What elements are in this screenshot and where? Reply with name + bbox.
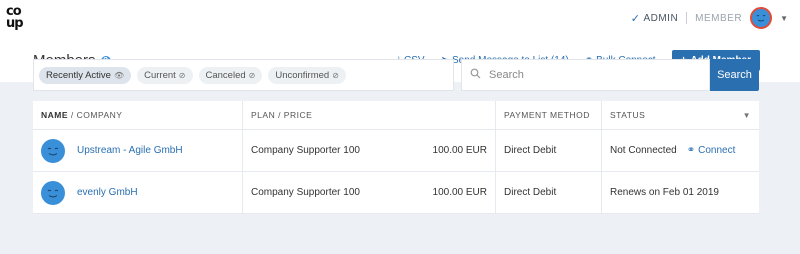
plan-name: Company Supporter 100	[251, 145, 360, 156]
plan-cell: Company Supporter 100 100.00 EUR	[243, 172, 496, 213]
filter-label: Recently Active	[46, 69, 111, 81]
eye-slash-icon: ⊘	[248, 70, 256, 80]
eye-slash-icon: ⊘	[332, 70, 339, 80]
column-header-plan[interactable]: PLAN / PRICE	[243, 101, 496, 129]
status-text: Renews on Feb 01 2019	[610, 187, 719, 198]
filter-bar: Recently Active 👁 Current ⊘ Canceled ⊘ U…	[33, 59, 454, 91]
member-name-link[interactable]: evenly GmbH	[77, 187, 138, 198]
member-link[interactable]: MEMBER	[695, 13, 742, 24]
search-input[interactable]	[489, 69, 689, 81]
search-field	[461, 59, 710, 91]
name-cell: evenly GmbH	[33, 172, 243, 213]
status-cell: Renews on Feb 01 2019	[602, 172, 759, 213]
filter-unconfirmed[interactable]: Unconfirmed ⊘	[268, 66, 346, 84]
table-header: NAME / COMPANY PLAN / PRICE PAYMENT METH…	[33, 101, 759, 130]
table-row: evenly GmbH Company Supporter 100 100.00…	[33, 172, 759, 214]
logo-line-2: up	[6, 16, 24, 31]
connect-link[interactable]: ⚭ Connect	[687, 145, 736, 156]
chevron-down-icon[interactable]: ▼	[780, 14, 788, 23]
member-name-link[interactable]: Upstream - Agile GmbH	[77, 145, 183, 156]
plan-price: 100.00 EUR	[432, 145, 487, 156]
link-icon: ⚭	[686, 145, 696, 156]
column-header-name[interactable]: NAME / COMPANY	[33, 101, 243, 129]
members-table: NAME / COMPANY PLAN / PRICE PAYMENT METH…	[33, 101, 759, 214]
smiley-face-icon	[47, 189, 59, 197]
eye-icon: 👁	[113, 70, 125, 80]
user-avatar[interactable]	[750, 7, 773, 29]
filter-current[interactable]: Current ⊘	[137, 66, 193, 84]
nav-divider	[686, 12, 688, 24]
admin-label: ADMIN	[643, 12, 679, 24]
member-avatar[interactable]	[41, 180, 65, 205]
smiley-face-icon	[756, 15, 766, 22]
filter-label: Unconfirmed	[275, 69, 330, 81]
top-nav: ✓ ADMIN MEMBER ▼	[631, 6, 788, 30]
member-avatar[interactable]	[41, 138, 65, 163]
column-status-label: STATUS	[610, 110, 646, 120]
filter-label: Current	[144, 69, 176, 81]
filter-canceled[interactable]: Canceled ⊘	[198, 66, 263, 84]
payment-cell: Direct Debit	[496, 172, 602, 213]
admin-link[interactable]: ✓ ADMIN	[631, 12, 678, 25]
checkmark-icon: ✓	[630, 12, 641, 25]
status-cell: Not Connected ⚭ Connect	[602, 130, 759, 171]
plan-name: Company Supporter 100	[251, 187, 360, 198]
plan-cell: Company Supporter 100 100.00 EUR	[243, 130, 496, 171]
eye-slash-icon: ⊘	[178, 70, 186, 80]
filter-recently-active[interactable]: Recently Active 👁	[39, 66, 132, 84]
name-cell: Upstream - Agile GmbH	[33, 130, 243, 171]
status-text: Not Connected	[610, 145, 677, 156]
smiley-face-icon	[47, 147, 59, 155]
column-header-status[interactable]: STATUS ▼	[602, 101, 759, 129]
connect-label: Connect	[698, 145, 736, 156]
column-name-label: NAME	[41, 110, 69, 120]
plan-price: 100.00 EUR	[432, 187, 487, 198]
payment-cell: Direct Debit	[496, 130, 602, 171]
search-button[interactable]: Search	[710, 59, 759, 91]
top-bar: co up ✓ ADMIN MEMBER ▼	[0, 0, 800, 38]
coup-logo[interactable]: co up	[6, 5, 38, 32]
column-company-label: / COMPANY	[68, 110, 123, 120]
table-row: Upstream - Agile GmbH Company Supporter …	[33, 130, 759, 172]
search-icon	[470, 68, 481, 82]
filter-label: Canceled	[205, 69, 246, 81]
column-header-payment[interactable]: PAYMENT METHOD	[496, 101, 602, 129]
sort-caret-icon[interactable]: ▼	[743, 111, 751, 120]
